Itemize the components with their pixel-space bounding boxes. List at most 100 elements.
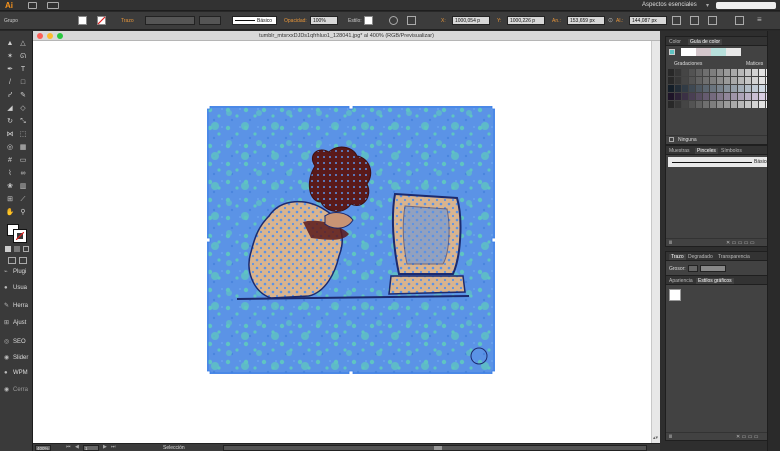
panel-settings[interactable]: ⊞ Ajust — [4, 319, 26, 331]
brush-libraries-icon[interactable]: Ⅲ — [669, 240, 672, 246]
color-variation-cell[interactable] — [710, 77, 716, 84]
panel-seo[interactable]: ◎ SEO — [4, 338, 26, 350]
zoom-level-field[interactable]: 400% — [35, 445, 51, 451]
tab-appearance[interactable]: Apariencia — [669, 278, 693, 284]
stroke-label[interactable]: Trazo — [121, 18, 134, 24]
isolate-group-icon[interactable] — [690, 16, 699, 25]
color-variation-cell[interactable] — [668, 93, 674, 100]
color-variation-cell[interactable] — [696, 93, 702, 100]
mesh-tool-icon[interactable]: # — [5, 156, 15, 166]
perspective-grid-tool-icon[interactable]: ▦ — [18, 143, 28, 153]
selection-handle[interactable] — [207, 106, 211, 110]
color-variation-cell[interactable] — [703, 69, 709, 76]
x-field[interactable]: 1000,054 p — [452, 16, 490, 25]
transform-icon[interactable] — [672, 16, 681, 25]
harmony-swatches[interactable] — [681, 48, 741, 56]
color-variation-cell[interactable] — [717, 69, 723, 76]
help-search-input[interactable] — [716, 2, 776, 9]
color-variation-cell[interactable] — [724, 77, 730, 84]
slice-tool-icon[interactable]: ⟋ — [18, 195, 28, 205]
width-tool-icon[interactable]: ⋈ — [5, 130, 15, 140]
color-variation-cell[interactable] — [689, 101, 695, 108]
selection-handle[interactable] — [348, 106, 354, 110]
style-libraries-icon[interactable]: Ⅲ — [669, 434, 672, 440]
tab-graphic-styles[interactable]: Estilos gráficos — [696, 278, 734, 284]
color-variation-cell[interactable] — [675, 85, 681, 92]
panel-tools[interactable]: ✎ Herra — [4, 302, 28, 314]
opacity-label[interactable]: Opacidad: — [284, 18, 307, 24]
color-variation-cell[interactable] — [759, 77, 765, 84]
stroke-weight-input[interactable] — [700, 265, 726, 272]
color-variation-cell[interactable] — [745, 93, 751, 100]
shape-builder-tool-icon[interactable]: ◎ — [5, 143, 15, 153]
free-transform-tool-icon[interactable]: ⬚ — [18, 130, 28, 140]
pen-tool-icon[interactable]: ✒ — [5, 65, 15, 75]
color-variation-cell[interactable] — [738, 69, 744, 76]
blend-tool-icon[interactable]: ∞ — [18, 169, 28, 179]
color-variation-cell[interactable] — [752, 69, 758, 76]
draw-mode-icon[interactable] — [8, 257, 16, 264]
color-variation-cell[interactable] — [752, 101, 758, 108]
color-variation-cell[interactable] — [689, 77, 695, 84]
color-variation-cell[interactable] — [724, 85, 730, 92]
color-variation-cell[interactable] — [759, 85, 765, 92]
constrain-proportions-icon[interactable]: ⊙ — [608, 17, 613, 24]
gradient-mode-icon[interactable] — [14, 246, 20, 252]
color-variation-cell[interactable] — [717, 85, 723, 92]
scroll-arrows-icon[interactable]: ▴▾ — [653, 435, 658, 441]
tab-swatches[interactable]: Muestras — [669, 148, 690, 154]
align-icon[interactable] — [407, 16, 416, 25]
color-variation-cell[interactable] — [745, 69, 751, 76]
color-variation-cell[interactable] — [738, 101, 744, 108]
color-variation-cell[interactable] — [745, 101, 751, 108]
bridge-icon[interactable] — [28, 2, 37, 9]
next-artboard-icon[interactable]: ▶ — [103, 444, 107, 450]
lasso-tool-icon[interactable]: ᘏ — [18, 52, 28, 62]
opacity-field[interactable]: 100% — [310, 16, 338, 25]
tab-color-guide[interactable]: Guía de color — [688, 39, 723, 45]
color-variation-cell[interactable] — [717, 101, 723, 108]
color-variation-cell[interactable] — [738, 85, 744, 92]
type-tool-icon[interactable]: T — [18, 65, 28, 75]
scale-tool-icon[interactable]: ⤡ — [18, 117, 28, 127]
previous-artboard-icon[interactable]: ◀ — [75, 444, 79, 450]
color-variation-cell[interactable] — [675, 101, 681, 108]
selection-handle[interactable] — [207, 237, 211, 243]
color-variation-cell[interactable] — [668, 77, 674, 84]
width-field[interactable]: 153,659 px — [567, 16, 605, 25]
color-variation-cell[interactable] — [745, 77, 751, 84]
color-variation-cell[interactable] — [696, 77, 702, 84]
rotate-tool-icon[interactable]: ↻ — [5, 117, 15, 127]
color-variation-cell[interactable] — [724, 93, 730, 100]
color-variation-cell[interactable] — [738, 93, 744, 100]
stroke-weight-stepper[interactable] — [688, 265, 698, 272]
color-variation-grid[interactable] — [668, 69, 775, 109]
color-variation-cell[interactable] — [703, 85, 709, 92]
color-variation-cell[interactable] — [668, 101, 674, 108]
recolor-artwork-icon[interactable] — [389, 16, 398, 25]
arrange-documents-icon[interactable] — [47, 2, 59, 9]
last-artboard-icon[interactable]: ⏭ — [111, 444, 116, 450]
stroke-weight-field[interactable] — [145, 16, 195, 25]
color-variation-cell[interactable] — [752, 77, 758, 84]
color-variation-cell[interactable] — [703, 93, 709, 100]
color-variation-cell[interactable] — [745, 85, 751, 92]
color-variation-cell[interactable] — [675, 69, 681, 76]
color-variation-cell[interactable] — [710, 101, 716, 108]
pencil-tool-icon[interactable]: ✎ — [18, 91, 28, 101]
selection-handle[interactable] — [348, 370, 354, 374]
color-variation-cell[interactable] — [731, 93, 737, 100]
panel-users[interactable]: ● Usua — [4, 285, 27, 297]
style-actions-icons[interactable]: ✕ ▭ ▭ ▭ — [736, 434, 759, 440]
first-artboard-icon[interactable]: ⏮ — [66, 444, 71, 450]
brush-definition-dropdown[interactable]: Básico — [232, 16, 277, 25]
magic-wand-tool-icon[interactable]: ✶ — [5, 52, 15, 62]
color-variation-cell[interactable] — [703, 77, 709, 84]
color-variation-cell[interactable] — [759, 69, 765, 76]
make-mask-icon[interactable] — [708, 16, 717, 25]
color-variation-cell[interactable] — [682, 85, 688, 92]
graph-tool-icon[interactable]: ▥ — [18, 182, 28, 192]
color-variation-cell[interactable] — [703, 101, 709, 108]
none-swatch-icon[interactable] — [669, 137, 674, 142]
scroll-thumb[interactable] — [434, 446, 442, 450]
